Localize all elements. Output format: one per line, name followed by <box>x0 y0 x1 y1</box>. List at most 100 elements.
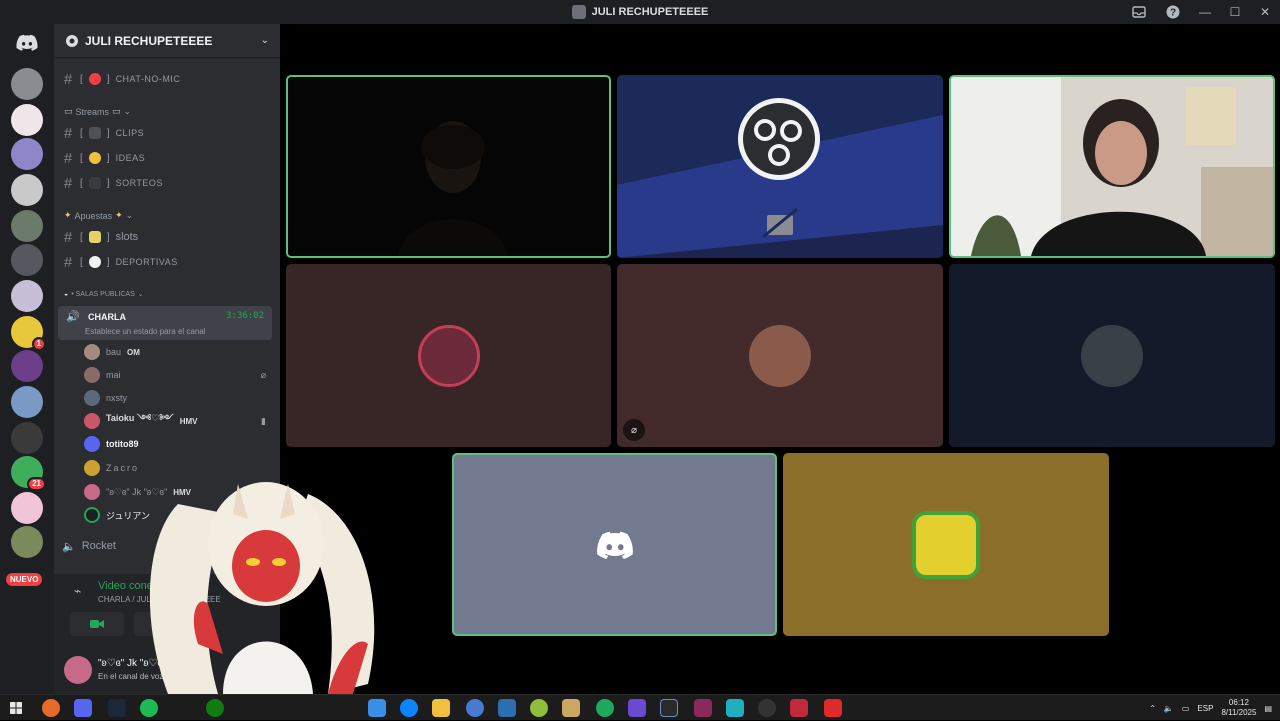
language-indicator[interactable]: ESP <box>1197 704 1213 713</box>
video-tile[interactable] <box>452 453 777 636</box>
notification-icon[interactable]: ▤ <box>1264 704 1272 713</box>
video-tile[interactable]: ⌀ <box>617 264 943 447</box>
inbox-icon[interactable] <box>1122 0 1156 24</box>
start-button[interactable] <box>10 701 22 719</box>
voice-member[interactable]: "ʚ♡ɞ" Jk "ʚ♡ɞ" HMV <box>84 481 270 503</box>
firefox-icon[interactable] <box>42 699 60 717</box>
guild-header[interactable]: JULI RECHUPETEEEE ⌄ <box>54 24 280 58</box>
user-status: En el canal de voz <box>98 672 164 681</box>
volume-icon[interactable]: 🔈 <box>1164 704 1174 713</box>
app-icon[interactable] <box>694 699 712 717</box>
channel-ideas[interactable]: #[ ] ideas <box>62 147 272 169</box>
clapper-icon <box>88 127 101 139</box>
server-icon-4[interactable] <box>11 174 43 206</box>
new-badge[interactable]: NUEVO <box>6 573 43 586</box>
app-icon[interactable] <box>628 699 646 717</box>
server-icon-6[interactable] <box>11 244 43 276</box>
app-icon[interactable] <box>824 699 842 717</box>
video-tile[interactable] <box>783 453 1109 636</box>
discord-logo-icon <box>596 531 633 559</box>
speaker-icon: 🔊 <box>66 311 80 323</box>
system-tray: ⌃ 🔈 ▭ ESP 06:12 8/11/2025 ▤ <box>1149 695 1280 721</box>
edge-icon[interactable] <box>400 699 418 717</box>
voice-member[interactable]: bau OM <box>84 341 270 363</box>
help-icon[interactable]: ? <box>1156 0 1190 24</box>
channel-sidebar: JULI RECHUPETEEEE ⌄ # [ ] chat-no-mic ▭ … <box>54 24 280 694</box>
server-icon-8[interactable]: 1 <box>11 316 46 351</box>
app-icon[interactable] <box>530 699 548 717</box>
member-tag: HMV <box>173 487 191 497</box>
video-tile[interactable] <box>617 75 943 258</box>
app-icon[interactable] <box>562 699 580 717</box>
app-icon[interactable] <box>660 699 678 717</box>
voice-channel-rocket[interactable]: 🔈 Rocket <box>62 535 272 557</box>
steam-icon[interactable] <box>108 699 126 717</box>
category-streams[interactable]: ▭ Streams ▭ ⌄ <box>64 106 131 117</box>
voice-channel-charla[interactable]: 🔊 CHARLA 3:36:02 Establece un estado par… <box>58 306 272 340</box>
avatar <box>84 390 100 406</box>
file-explorer-icon[interactable] <box>432 699 450 717</box>
minimize-button[interactable]: — <box>1190 0 1220 24</box>
hash-icon: # <box>63 70 73 88</box>
channel-slots[interactable]: #[ ] slots <box>62 226 272 248</box>
channel-sorteos[interactable]: #[ ] sorteos <box>62 172 272 194</box>
camera-button[interactable] <box>70 612 124 636</box>
voice-member[interactable]: nxsty <box>84 387 270 409</box>
screen-share-button[interactable] <box>134 612 188 636</box>
chevron-down-icon: ⌄ <box>125 210 134 220</box>
clock[interactable]: 06:12 8/11/2025 <box>1221 698 1256 718</box>
voice-member[interactable]: Zacro <box>84 457 270 479</box>
app-icon[interactable] <box>726 699 744 717</box>
voice-timer: 3:36:02 <box>226 311 264 321</box>
video-tile[interactable] <box>949 75 1275 258</box>
avatar <box>84 413 100 429</box>
voice-status[interactable]: Video conectado <box>98 580 180 592</box>
app-icon[interactable] <box>790 699 808 717</box>
discord-home-button[interactable] <box>11 30 43 54</box>
server-icon-1[interactable] <box>11 68 43 100</box>
chevron-up-icon[interactable]: ⌃ <box>1149 704 1156 713</box>
video-tile[interactable] <box>286 75 611 258</box>
maximize-button[interactable]: ☐ <box>1220 0 1250 24</box>
channel-status[interactable]: Establece un estado para el canal <box>85 327 206 336</box>
server-icon-2[interactable] <box>11 104 43 136</box>
discord-taskbar-icon[interactable] <box>74 699 92 717</box>
category-salas-publicas[interactable]: ◒ • SALAS PUBLICAS ⌄ <box>64 290 144 299</box>
channel-deportivas[interactable]: #[ ] deportivas <box>62 251 272 273</box>
category-apuestas[interactable]: ✦ Apuestas ✦ ⌄ <box>64 210 133 221</box>
close-button[interactable]: ✕ <box>1250 0 1280 24</box>
voice-member[interactable]: ジュリアン <box>84 504 270 526</box>
voice-member[interactable]: Taioku ༺♡༻ HMV ▮ <box>84 410 270 432</box>
server-icon-3[interactable] <box>11 138 43 170</box>
voice-location[interactable]: CHARLA / JULI RECHUPETEEEE <box>98 595 221 604</box>
video-tile[interactable] <box>286 264 611 447</box>
app-icon[interactable] <box>466 699 484 717</box>
server-icon-10[interactable] <box>11 386 43 418</box>
title-bar: JULI RECHUPETEEEE ? — ☐ ✕ <box>0 0 1280 24</box>
avatar <box>912 510 980 579</box>
channel-clips[interactable]: #[ ] clips <box>62 122 272 144</box>
channel-chat-no-mic[interactable]: # [ ] chat-no-mic <box>62 68 272 90</box>
app-icon[interactable] <box>596 699 614 717</box>
voice-member[interactable]: mai ⌀ <box>84 364 270 386</box>
voice-member[interactable]: totito89 <box>84 433 270 455</box>
avatar[interactable] <box>64 656 92 684</box>
app-icon[interactable] <box>498 699 516 717</box>
spotify-icon[interactable] <box>140 699 158 717</box>
network-icon[interactable]: ▭ <box>1182 704 1190 713</box>
server-icon-13[interactable] <box>11 492 43 524</box>
server-icon-12[interactable]: 21 <box>11 456 46 491</box>
server-icon-11[interactable] <box>11 422 43 454</box>
window-title: JULI RECHUPETEEEE <box>571 5 708 19</box>
server-icon-7[interactable] <box>11 280 43 312</box>
server-icon-9[interactable] <box>11 350 43 382</box>
server-icon-5[interactable] <box>11 210 43 242</box>
obs-icon[interactable] <box>758 699 776 717</box>
video-tile[interactable] <box>949 264 1275 447</box>
app-icon[interactable] <box>368 699 386 717</box>
server-icon-14[interactable] <box>11 526 43 558</box>
username[interactable]: "ʚ♡ɞ" Jk "ʚ♡ɞ" <box>98 658 166 669</box>
member-tag: OM <box>127 347 140 357</box>
member-name: "ʚ♡ɞ" Jk "ʚ♡ɞ" <box>106 486 168 497</box>
xbox-icon[interactable] <box>206 699 224 717</box>
